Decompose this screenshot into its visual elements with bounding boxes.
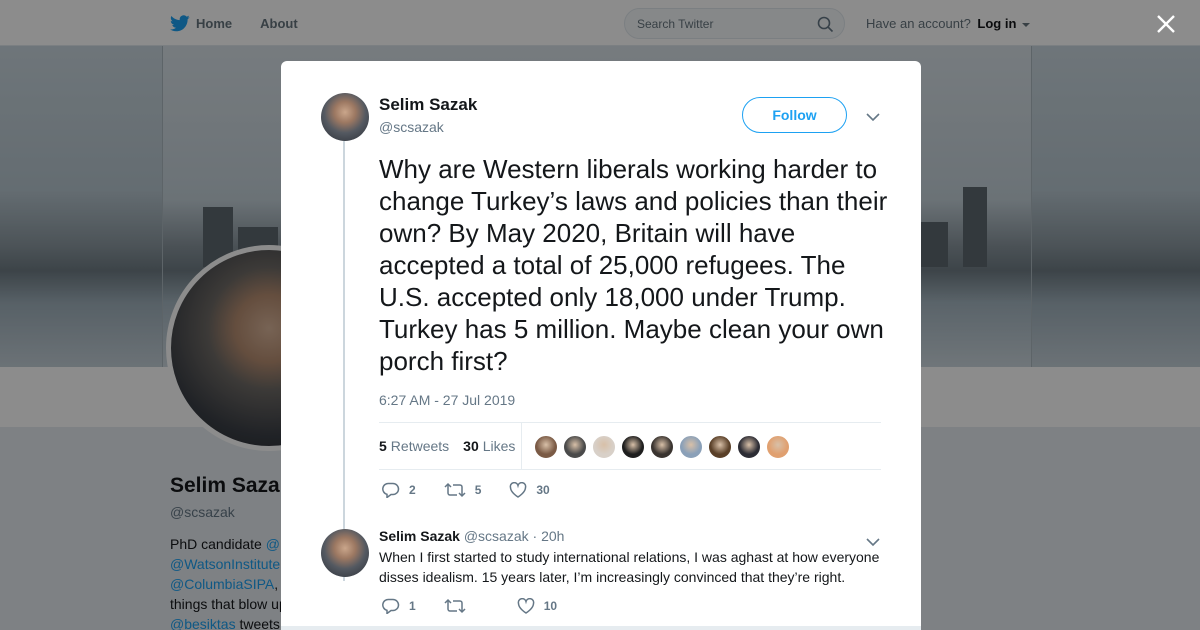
reply-separator: · [532,528,538,544]
tweet-stats: 5 Retweets 30 Likes [379,422,881,470]
likes-stat[interactable]: 30 Likes [463,438,515,454]
liker-avatar[interactable] [592,435,616,459]
liker-avatar[interactable] [737,435,761,459]
retweet-action[interactable]: 5 [444,482,482,498]
retweet-count: 5 [474,483,482,497]
reply-count: 2 [409,483,416,497]
likes-label: Likes [482,438,516,454]
heart-icon [510,482,527,498]
retweet-action[interactable] [444,598,475,614]
liker-avatars [534,435,795,459]
chevron-down-icon[interactable] [866,537,880,547]
retweets-label: Retweets [390,438,450,454]
liker-avatar[interactable] [534,435,558,459]
reply-icon [382,598,400,614]
close-icon[interactable] [1156,14,1176,34]
liker-avatar[interactable] [563,435,587,459]
stats-divider [521,423,522,470]
retweets-count: 5 [379,438,387,454]
author-name[interactable]: Selim Sazak [379,95,477,115]
retweet-icon [444,482,466,498]
reply-action-bar: 1 10 [382,598,585,614]
tweet-actions: 2 5 30 [382,482,578,498]
tweet-modal: Selim Sazak @scsazak Follow Why are West… [281,61,921,630]
like-action[interactable]: 30 [509,482,550,498]
reply-text: When I first started to study internatio… [379,549,880,585]
reply-header: Selim Sazak @scsazak · 20h [379,528,564,544]
reply-author-handle[interactable]: @scsazak [464,528,529,544]
liker-avatar[interactable] [708,435,732,459]
reply-tweet[interactable]: Selim Sazak @scsazak · 20h When I first … [281,515,921,630]
reply-action[interactable]: 1 [382,598,416,614]
author-avatar[interactable] [321,93,369,141]
reply-time[interactable]: 20h [541,528,564,544]
reply-icon [382,482,400,498]
like-count: 30 [536,483,550,497]
retweet-icon [444,598,466,614]
chevron-down-icon[interactable] [866,112,880,122]
liker-avatar[interactable] [621,435,645,459]
like-action[interactable]: 10 [517,598,557,614]
heart-icon [517,598,535,614]
liker-avatar[interactable] [650,435,674,459]
reply-count: 1 [409,599,416,613]
reply-author-avatar[interactable] [321,529,369,577]
retweets-stat[interactable]: 5 Retweets [379,438,449,454]
author-handle[interactable]: @scsazak [379,119,444,135]
liker-avatar[interactable] [679,435,703,459]
liker-avatar[interactable] [766,435,790,459]
like-count: 10 [543,599,558,613]
likes-count: 30 [463,438,479,454]
follow-button[interactable]: Follow [742,97,847,133]
tweet-timestamp[interactable]: 6:27 AM - 27 Jul 2019 [379,392,515,408]
reply-author-name[interactable]: Selim Sazak [379,528,460,544]
reply-action[interactable]: 2 [382,482,416,498]
tweet-text: Why are Western liberals working harder … [379,154,888,376]
modal-bottom-divider [281,626,921,630]
